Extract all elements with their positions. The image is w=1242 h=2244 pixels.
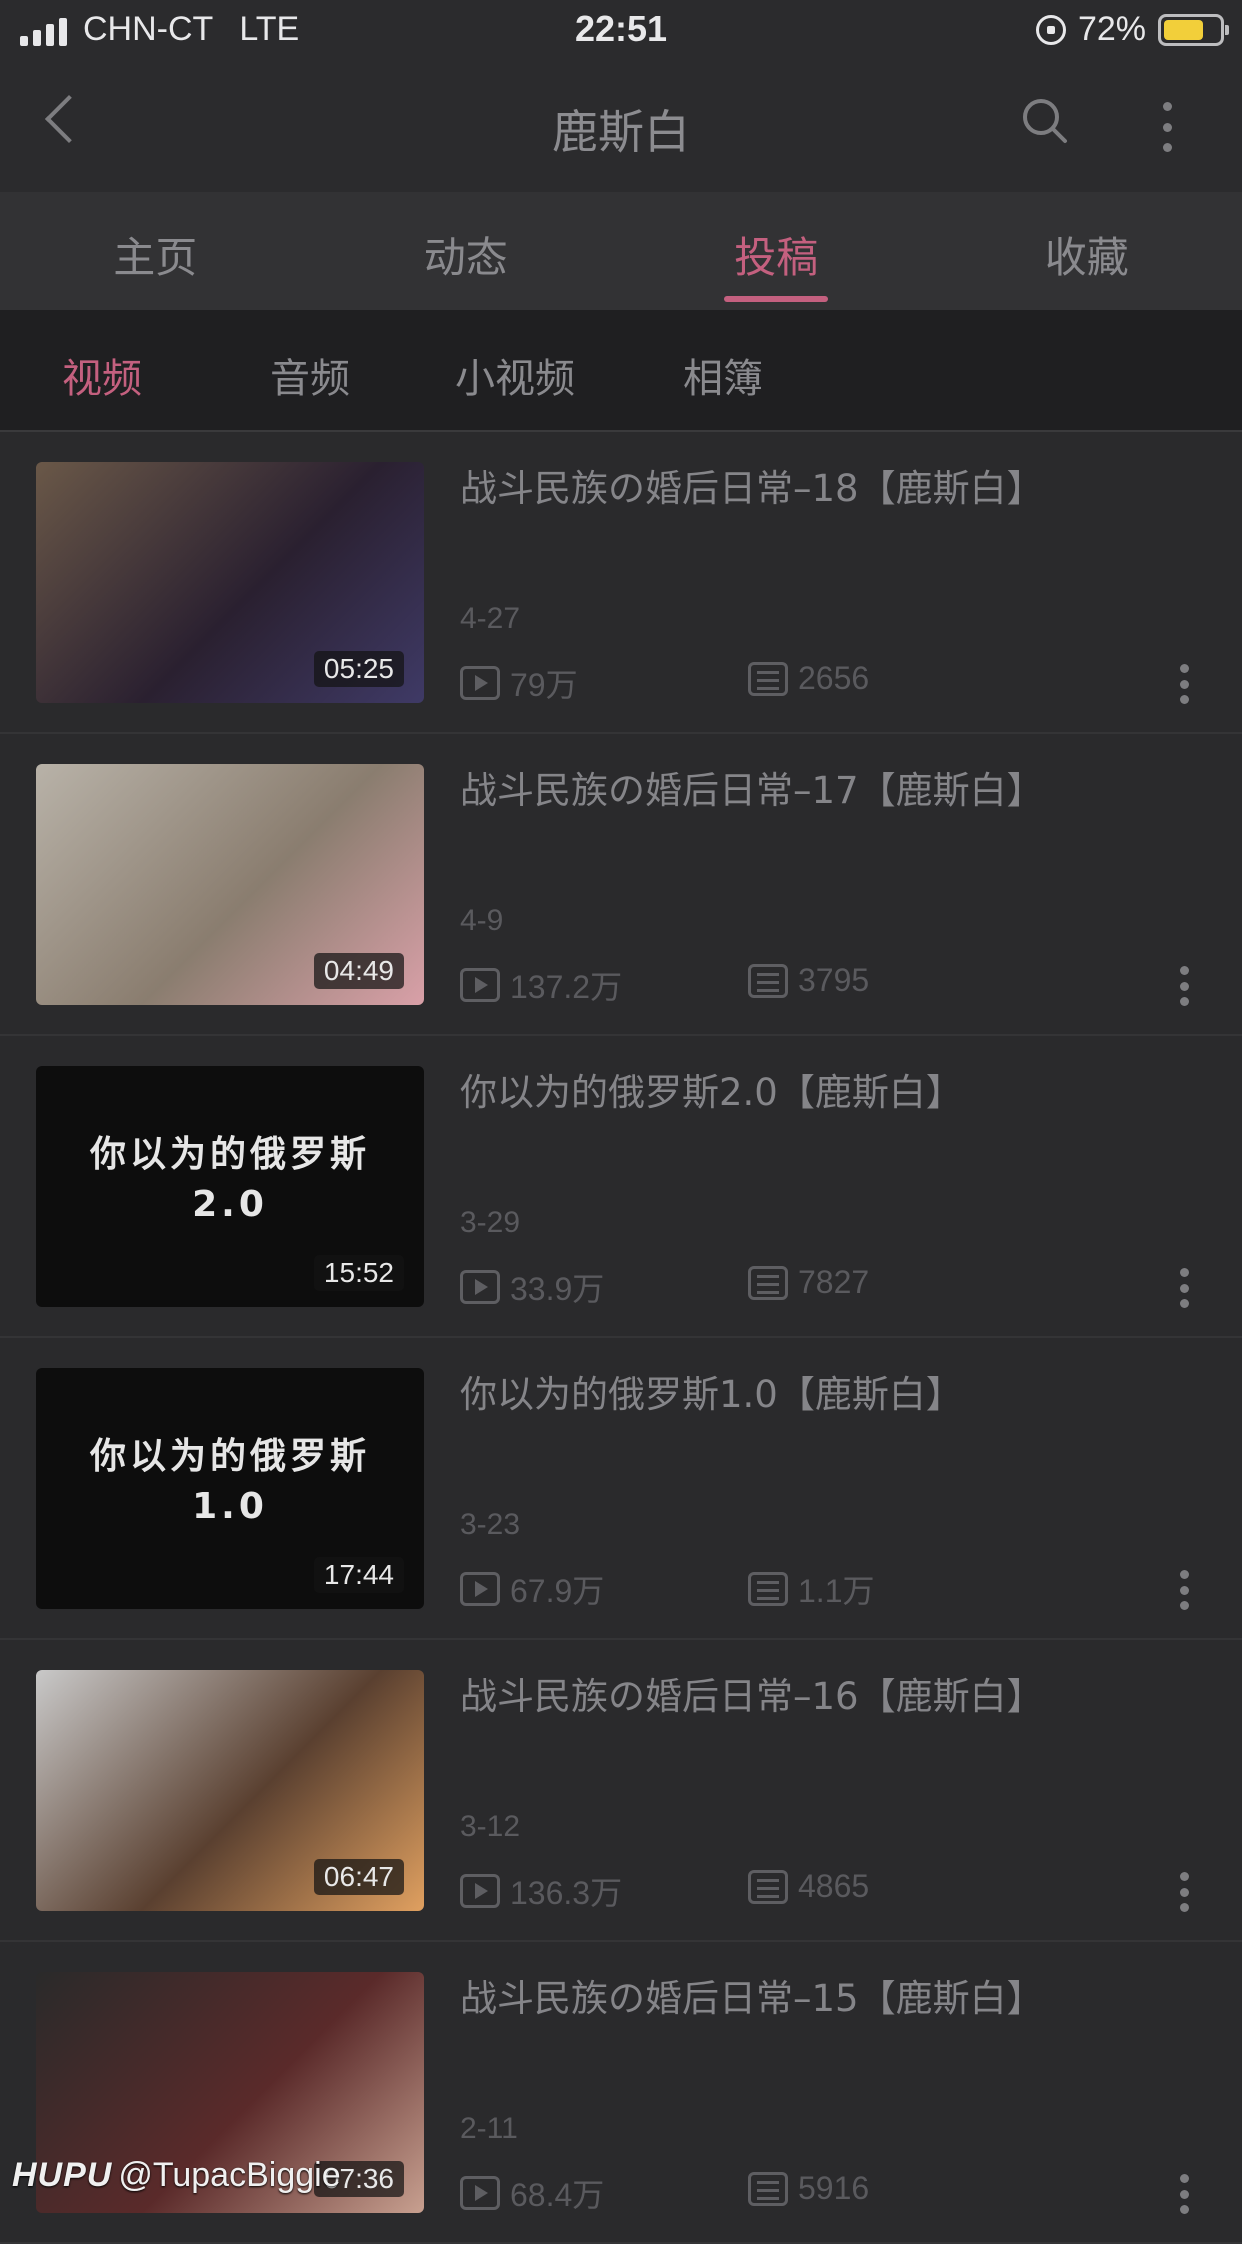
video-duration: 04:49 [314,953,404,989]
nav-bar: 鹿斯白 [0,62,1242,192]
view-count: 136.3万 [460,1868,622,1914]
comment-count: 1.1万 [748,1566,875,1612]
view-count-value: 136.3万 [510,1868,622,1914]
item-more-icon[interactable] [1178,664,1190,704]
watermark: HUPU @TupacBiggie [12,2156,341,2195]
video-title[interactable]: 战斗民族の婚后日常–15【鹿斯白】 [460,1968,1200,2022]
comment-count-value: 1.1万 [798,1566,875,1612]
danmaku-icon [748,1870,788,1904]
view-count: 67.9万 [460,1566,604,1612]
comment-count: 5916 [748,2170,869,2207]
comment-count: 3795 [748,962,869,999]
item-more-icon[interactable] [1178,1570,1190,1610]
comment-count: 7827 [748,1264,869,1301]
item-more-icon[interactable] [1178,966,1190,1006]
subtab-album[interactable]: 相簿 [683,346,763,404]
search-icon[interactable] [1020,96,1068,144]
video-duration: 05:25 [314,651,404,687]
view-count-value: 137.2万 [510,962,622,1008]
watermark-user: @TupacBiggie [118,2156,340,2195]
video-thumbnail[interactable]: 04:49 [36,764,424,1005]
thumbnail-caption: 你以为的俄罗斯 2.0 [36,1130,424,1230]
subtab-video[interactable]: 视频 [62,346,142,404]
thumbnail-caption-line2: 2.0 [36,1180,424,1230]
video-title[interactable]: 你以为的俄罗斯1.0【鹿斯白】 [460,1364,1200,1418]
play-count-icon [460,1874,500,1908]
video-thumbnail[interactable]: 06:47 [36,1670,424,1911]
video-date: 4-9 [460,904,503,938]
video-duration: 17:44 [314,1557,404,1593]
tab-home[interactable]: 主页 [0,192,311,310]
video-date: 2-11 [460,2112,518,2146]
danmaku-icon [748,2172,788,2206]
view-count-value: 67.9万 [510,1566,604,1612]
more-menu-icon[interactable] [1160,102,1174,152]
subtab-audio[interactable]: 音频 [270,346,350,404]
danmaku-icon [748,1266,788,1300]
video-duration: 15:52 [314,1255,404,1291]
comment-count-value: 7827 [798,1264,869,1301]
video-item[interactable]: 你以为的俄罗斯 2.0 15:52 你以为的俄罗斯2.0【鹿斯白】 3-29 3… [0,1036,1242,1338]
video-item[interactable]: 你以为的俄罗斯 1.0 17:44 你以为的俄罗斯1.0【鹿斯白】 3-23 6… [0,1338,1242,1640]
view-count: 137.2万 [460,962,622,1008]
comment-count-value: 3795 [798,962,869,999]
video-thumbnail[interactable]: 你以为的俄罗斯 2.0 15:52 [36,1066,424,1307]
tab-submissions[interactable]: 投稿 [621,192,932,310]
play-count-icon [460,666,500,700]
video-item[interactable]: 07:36 战斗民族の婚后日常–15【鹿斯白】 2-11 68.4万 5916 [0,1942,1242,2244]
video-date: 3-12 [460,1810,520,1844]
status-right: 72% [1036,10,1224,49]
thumbnail-caption-line1: 你以为的俄罗斯 [36,1432,424,1482]
comment-count-value: 4865 [798,1868,869,1905]
play-count-icon [460,968,500,1002]
battery-icon [1158,14,1224,46]
view-count: 79万 [460,660,578,706]
profile-tabs: 主页 动态 投稿 收藏 [0,192,1242,310]
video-date: 4-27 [460,602,520,636]
video-item[interactable]: 06:47 战斗民族の婚后日常–16【鹿斯白】 3-12 136.3万 4865 [0,1640,1242,1942]
content-type-tabs: 视频 音频 小视频 相簿 [0,310,1242,432]
watermark-logo: HUPU [12,2156,112,2195]
view-count-value: 33.9万 [510,1264,604,1310]
battery-percent: 72% [1078,10,1146,49]
item-more-icon[interactable] [1178,1268,1190,1308]
video-title[interactable]: 战斗民族の婚后日常–17【鹿斯白】 [460,760,1200,814]
danmaku-icon [748,662,788,696]
status-bar: CHN-CT LTE 22:51 72% [0,0,1242,62]
item-more-icon[interactable] [1178,1872,1190,1912]
tab-activity[interactable]: 动态 [311,192,622,310]
tab-favorites[interactable]: 收藏 [932,192,1242,310]
play-count-icon [460,2176,500,2210]
video-list: 05:25 战斗民族の婚后日常–18【鹿斯白】 4-27 79万 2656 04… [0,432,1242,2244]
video-title[interactable]: 战斗民族の婚后日常–16【鹿斯白】 [460,1666,1200,1720]
thumbnail-caption: 你以为的俄罗斯 1.0 [36,1432,424,1532]
danmaku-icon [748,1572,788,1606]
play-count-icon [460,1572,500,1606]
rotation-lock-icon [1036,15,1066,45]
comment-count-value: 5916 [798,2170,869,2207]
video-thumbnail[interactable]: 05:25 [36,462,424,703]
video-title[interactable]: 战斗民族の婚后日常–18【鹿斯白】 [460,458,1200,512]
view-count: 68.4万 [460,2170,604,2216]
video-date: 3-29 [460,1206,520,1240]
comment-count-value: 2656 [798,660,869,697]
thumbnail-caption-line2: 1.0 [36,1482,424,1532]
view-count: 33.9万 [460,1264,604,1310]
video-date: 3-23 [460,1508,520,1542]
item-more-icon[interactable] [1178,2174,1190,2214]
video-item[interactable]: 05:25 战斗民族の婚后日常–18【鹿斯白】 4-27 79万 2656 [0,432,1242,734]
video-duration: 06:47 [314,1859,404,1895]
video-thumbnail[interactable]: 你以为的俄罗斯 1.0 17:44 [36,1368,424,1609]
comment-count: 2656 [748,660,869,697]
video-item[interactable]: 04:49 战斗民族の婚后日常–17【鹿斯白】 4-9 137.2万 3795 [0,734,1242,1036]
subtab-short-video[interactable]: 小视频 [455,346,575,404]
view-count-value: 68.4万 [510,2170,604,2216]
thumbnail-caption-line1: 你以为的俄罗斯 [36,1130,424,1180]
comment-count: 4865 [748,1868,869,1905]
view-count-value: 79万 [510,660,578,706]
danmaku-icon [748,964,788,998]
play-count-icon [460,1270,500,1304]
video-title[interactable]: 你以为的俄罗斯2.0【鹿斯白】 [460,1062,1200,1116]
